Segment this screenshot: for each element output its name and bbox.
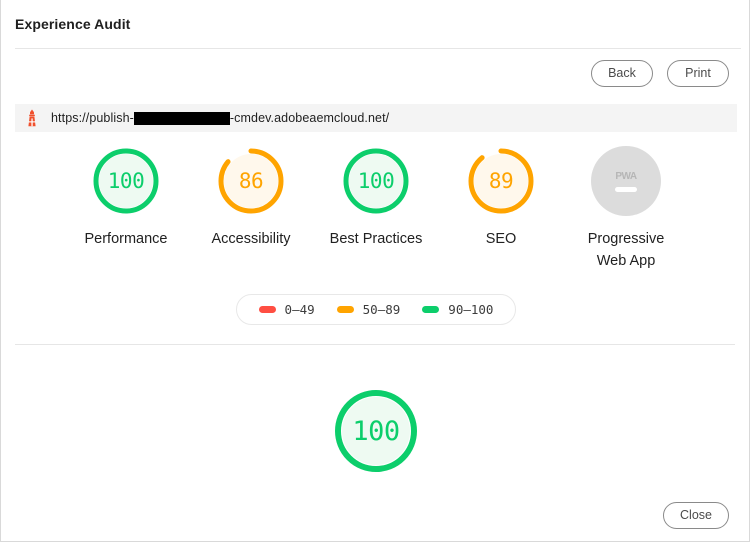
- pwa-dash-icon: [615, 186, 637, 192]
- gauge-value-best-practices: 100: [357, 169, 395, 193]
- gauge-best-practices[interactable]: 100 Best Practices: [314, 146, 439, 272]
- dialog-footer: Close: [663, 502, 729, 529]
- legend-swatch-average-icon: [336, 306, 354, 313]
- score-legend: 0–49 50–89 90–100: [235, 294, 517, 325]
- legend-swatch-fail-icon: [258, 306, 276, 313]
- legend-container: 0–49 50–89 90–100: [1, 294, 749, 325]
- legend-text-fail: 0–49: [284, 302, 315, 317]
- legend-item-fail: 0–49: [258, 302, 315, 317]
- page-title: Experience Audit: [15, 16, 131, 32]
- gauge-value-performance: 100: [107, 169, 145, 193]
- gauge-label-best-practices: Best Practices: [329, 231, 423, 247]
- legend-item-pass: 90–100: [422, 302, 493, 317]
- section-divider: [15, 344, 735, 345]
- url-suffix: -cmdev.adobeaemcloud.net/: [229, 111, 390, 125]
- pwa-label-line2: Web App: [596, 253, 656, 269]
- dialog-header: Experience Audit: [1, 0, 749, 48]
- legend-text-pass: 90–100: [448, 302, 494, 317]
- pwa-label-line1: Progressive: [587, 231, 665, 247]
- overall-score-container: 100: [1, 387, 749, 475]
- url-prefix: https://publish-: [51, 111, 134, 125]
- gauge-ring-seo: 89: [466, 146, 536, 216]
- gauge-progressive-web-app[interactable]: PWA Progressive Web App: [564, 146, 689, 272]
- gauge-ring-accessibility: 86: [216, 146, 286, 216]
- toolbar: Back Print: [591, 60, 729, 87]
- gauge-label-seo: SEO: [485, 231, 517, 247]
- gauge-value-accessibility: 86: [238, 169, 264, 193]
- experience-audit-dialog: Experience Audit Back Print https://publ…: [0, 0, 750, 542]
- gauge-value-seo: 89: [488, 169, 514, 193]
- url-text: https://publish- -cmdev.adobeaemcloud.net…: [51, 111, 389, 125]
- header-divider: [15, 48, 741, 49]
- lighthouse-icon: [28, 109, 36, 127]
- close-button[interactable]: Close: [663, 502, 729, 529]
- back-button[interactable]: Back: [591, 60, 653, 87]
- legend-swatch-pass-icon: [422, 306, 440, 313]
- gauge-performance[interactable]: 100 Performance: [64, 146, 189, 272]
- legend-item-average: 50–89: [336, 302, 401, 317]
- pwa-badge-icon: PWA: [591, 146, 661, 216]
- gauge-label-progressive-web-app: Progressive Web App: [588, 228, 665, 272]
- gauge-label-performance: Performance: [84, 231, 168, 247]
- legend-text-average: 50–89: [362, 302, 401, 317]
- overall-score-gauge[interactable]: 100: [332, 387, 420, 475]
- gauge-seo[interactable]: 89 SEO: [439, 146, 564, 272]
- print-button[interactable]: Print: [667, 60, 729, 87]
- gauge-ring-performance: 100: [91, 146, 161, 216]
- gauge-accessibility[interactable]: 86 Accessibility: [189, 146, 314, 272]
- gauge-label-accessibility: Accessibility: [211, 231, 291, 247]
- gauge-ring-best-practices: 100: [341, 146, 411, 216]
- url-redacted-segment: [133, 111, 230, 125]
- score-gauges: 100 Performance 86 Accessibility 100 Bes…: [1, 146, 749, 272]
- pwa-label: PWA: [615, 170, 637, 182]
- overall-score-value: 100: [352, 415, 400, 447]
- url-bar: https://publish- -cmdev.adobeaemcloud.net…: [15, 104, 737, 132]
